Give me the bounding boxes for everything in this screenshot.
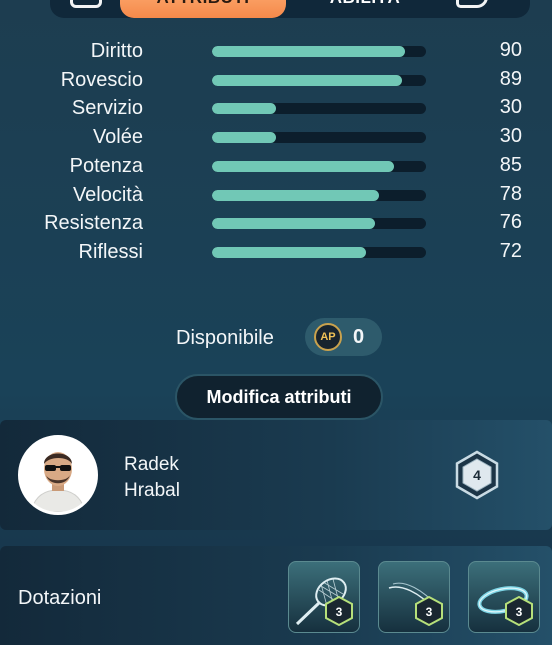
coach-first-name: Radek bbox=[124, 454, 179, 475]
coach-name: Radek Hrabal bbox=[124, 452, 180, 504]
coach-last-name: Hrabal bbox=[124, 480, 180, 501]
attribute-value: 30 bbox=[499, 125, 522, 148]
attribute-label: Velocità bbox=[72, 183, 143, 206]
coach-level-badge: 4 bbox=[454, 450, 500, 500]
attribute-bar bbox=[212, 132, 426, 144]
available-points-value: 0 bbox=[353, 326, 365, 348]
avatar bbox=[18, 435, 98, 515]
available-label: Disponibile bbox=[176, 327, 274, 349]
equipment-card: Dotazioni 3 3 3 bbox=[0, 546, 552, 645]
attribute-bar bbox=[212, 46, 426, 57]
slot-level-badge: 3 bbox=[325, 596, 353, 626]
attribute-row: Potenza 85 bbox=[0, 151, 552, 180]
slot-level-badge: 3 bbox=[415, 596, 443, 626]
attribute-bar bbox=[212, 246, 426, 258]
attribute-value: 72 bbox=[499, 239, 522, 262]
attribute-row: Diritto 90 bbox=[0, 36, 552, 65]
attribute-bar-fill bbox=[212, 218, 375, 230]
attribute-bar-fill bbox=[212, 246, 367, 258]
attribute-value: 30 bbox=[499, 96, 522, 119]
attribute-bar bbox=[212, 189, 426, 201]
equipment-slot-string[interactable]: 3 bbox=[378, 561, 450, 633]
attribute-value: 90 bbox=[499, 39, 522, 61]
attribute-label: Servizio bbox=[71, 97, 143, 120]
attribute-row: Riflessi 72 bbox=[0, 237, 552, 266]
modify-attributes-button[interactable]: Modifica attributi bbox=[175, 374, 383, 420]
attribute-value: 78 bbox=[499, 182, 522, 205]
equipment-slot-grip[interactable]: 3 bbox=[468, 561, 540, 633]
coach-card[interactable]: Radek Hrabal 4 bbox=[0, 420, 552, 530]
attribute-bar-fill bbox=[212, 160, 394, 172]
attribute-bar-fill bbox=[212, 189, 379, 201]
ap-coin-icon: AP bbox=[314, 323, 342, 351]
attribute-label: Rovescio bbox=[60, 68, 143, 91]
attribute-bar-fill bbox=[212, 74, 403, 86]
equipment-slot-racket[interactable]: 3 bbox=[288, 561, 360, 633]
attribute-bar-fill bbox=[212, 46, 405, 57]
attribute-bar-fill bbox=[212, 103, 277, 115]
attribute-value: 76 bbox=[499, 211, 522, 234]
attribute-row: Volée 30 bbox=[0, 122, 552, 151]
shoulder-left-icon[interactable] bbox=[70, 0, 102, 8]
svg-text:3: 3 bbox=[336, 605, 343, 619]
tab-attributes[interactable]: ATTRIBUTI bbox=[120, 0, 286, 18]
svg-text:3: 3 bbox=[426, 605, 433, 619]
attribute-row: Rovescio 89 bbox=[0, 65, 552, 94]
attribute-bar bbox=[212, 103, 426, 115]
coach-level-value: 4 bbox=[473, 467, 481, 483]
attribute-label: Diritto bbox=[90, 40, 143, 62]
attribute-value: 85 bbox=[499, 153, 522, 176]
svg-text:3: 3 bbox=[516, 605, 523, 619]
attribute-label: Resistenza bbox=[44, 212, 143, 235]
attribute-bar bbox=[212, 74, 426, 86]
attributes-panel: Diritto 90 Rovescio 89 Servizio 30 Volée 30 Pote… bbox=[0, 34, 552, 420]
equipment-label: Dotazioni bbox=[18, 587, 102, 609]
slot-level-badge: 3 bbox=[505, 596, 533, 626]
available-points-pill: AP 0 bbox=[305, 318, 382, 356]
attribute-row: Velocità 78 bbox=[0, 180, 552, 209]
attribute-bar-fill bbox=[212, 132, 277, 144]
attribute-label: Riflessi bbox=[78, 240, 143, 263]
tab-abilities[interactable]: ABILITÀ bbox=[300, 0, 430, 18]
attribute-bar bbox=[212, 160, 426, 172]
attribute-row: Resistenza 76 bbox=[0, 208, 552, 237]
attribute-label: Volée bbox=[92, 126, 143, 149]
attribute-bar bbox=[212, 218, 426, 230]
attribute-label: Potenza bbox=[69, 154, 143, 177]
attribute-value: 89 bbox=[499, 67, 522, 90]
attribute-row: Servizio 30 bbox=[0, 93, 552, 122]
